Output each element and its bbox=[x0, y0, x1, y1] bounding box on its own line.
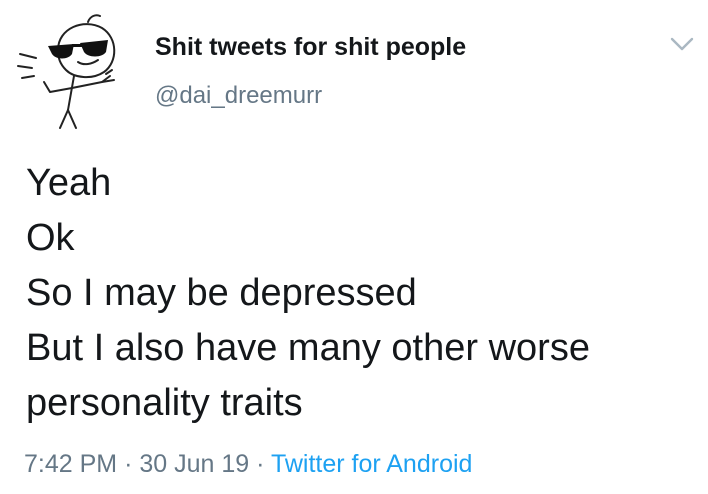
tweet-text: Yeah Ok So I may be depressed But I also… bbox=[26, 156, 696, 431]
tweet-date[interactable]: 30 Jun 19 bbox=[139, 450, 249, 478]
meta-separator: · bbox=[124, 450, 133, 478]
tweet-meta: 7:42 PM · 30 Jun 19 · Twitter for Androi… bbox=[24, 446, 472, 482]
meta-separator: · bbox=[256, 450, 265, 478]
tweet-author[interactable]: Shit tweets for shit people @dai_dreemur… bbox=[155, 30, 466, 113]
tweet-source-link[interactable]: Twitter for Android bbox=[271, 450, 472, 478]
tweet-time[interactable]: 7:42 PM bbox=[24, 450, 117, 478]
tweet-text-line: Yeah bbox=[26, 162, 112, 204]
avatar[interactable] bbox=[14, 10, 138, 134]
tweet-text-line: But I also have many other worse bbox=[26, 327, 590, 369]
tweet-text-line: So I may be depressed bbox=[26, 272, 417, 314]
user-handle[interactable]: @dai_dreemurr bbox=[155, 79, 466, 113]
tweet-text-line: Ok bbox=[26, 217, 75, 259]
tweet-text-line: personality traits bbox=[26, 382, 303, 424]
chevron-down-icon[interactable] bbox=[668, 34, 696, 54]
display-name[interactable]: Shit tweets for shit people bbox=[155, 30, 466, 64]
tweet-card: Shit tweets for shit people @dai_dreemur… bbox=[0, 0, 708, 494]
